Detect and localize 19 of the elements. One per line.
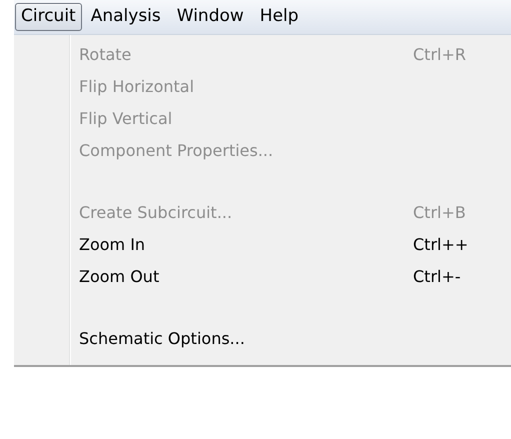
menu-bar-item[interactable]: Window xyxy=(170,3,251,31)
menu-item[interactable]: Schematic Options... xyxy=(14,323,511,355)
menu-item-label: Flip Vertical xyxy=(79,108,172,130)
menu-item-label: Zoom In xyxy=(79,234,146,256)
menu-item[interactable]: Zoom In Ctrl++ xyxy=(14,229,511,261)
menu-item-label: Component Properties... xyxy=(79,140,274,162)
menu-item[interactable]: Zoom Out Ctrl+- xyxy=(14,261,511,293)
menu-item-label: Schematic Options... xyxy=(79,328,245,350)
menu-item-label: Zoom Out xyxy=(79,266,160,288)
shortcut-text: Ctrl++ xyxy=(413,234,470,256)
menu-bar-item[interactable]: Analysis xyxy=(84,3,168,31)
shortcut-text: Ctrl+- xyxy=(413,266,462,288)
menu-item-label: Create Subcircuit... xyxy=(79,202,232,224)
menu-bar-item[interactable]: Help xyxy=(252,3,306,31)
shortcut-text: Ctrl+R xyxy=(413,44,467,66)
menu-item-label: Rotate xyxy=(79,44,132,66)
menu-bar-item[interactable]: Circuit xyxy=(15,3,82,31)
shortcut-text: Ctrl+B xyxy=(413,202,467,224)
menu-item-label: Flip Horizontal xyxy=(79,76,194,98)
